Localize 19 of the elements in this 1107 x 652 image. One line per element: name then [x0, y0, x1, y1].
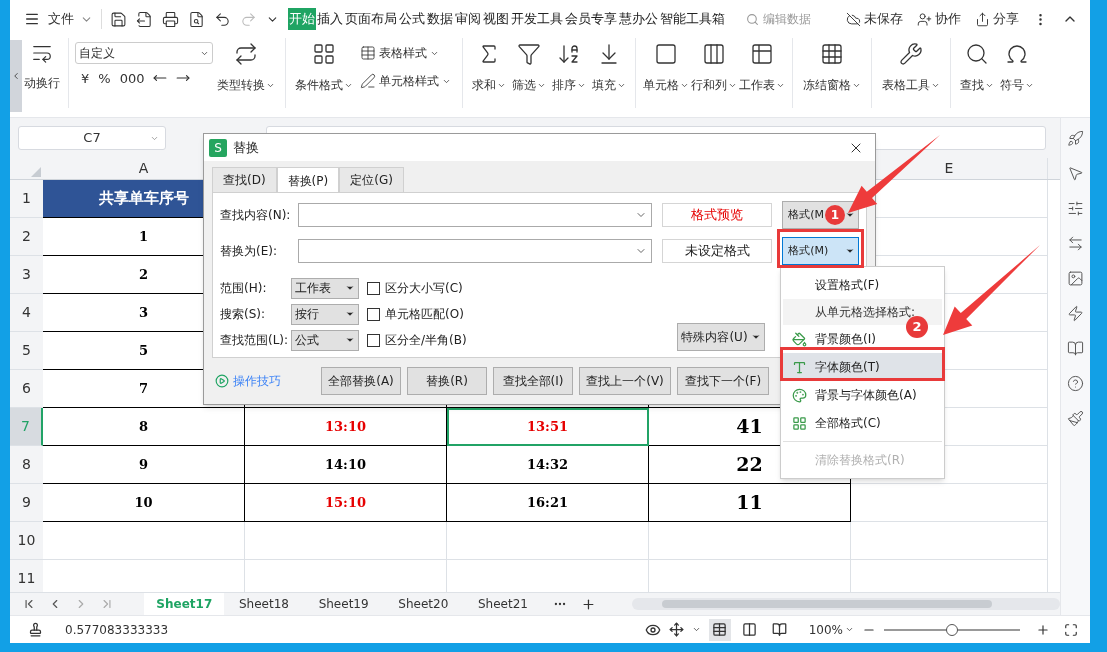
table-cell: 11: [649, 484, 851, 522]
checkbox-label: 区分大小写(C): [385, 280, 463, 297]
table-cell: 16:21: [447, 484, 649, 522]
table-cell: 9: [43, 446, 245, 484]
table-cell: 8: [43, 408, 245, 446]
table-cell: 13:10: [245, 408, 447, 446]
table-cell: 14:10: [245, 446, 447, 484]
table-cell: 14:32: [447, 446, 649, 484]
table-cell: 13:51: [447, 408, 649, 446]
table-cell: 10: [43, 484, 245, 522]
status-value: 0.577083333333: [65, 621, 169, 639]
dialog-title: 替换: [233, 138, 259, 157]
checkbox-label: 单元格匹配(O): [385, 306, 464, 323]
format-preview: 未设定格式: [662, 239, 773, 263]
table-cell: 15:10: [245, 484, 447, 522]
checkbox-label: 区分全/半角(B): [385, 332, 467, 349]
step-badge: 1: [824, 205, 845, 225]
format-preview: 格式预览: [662, 203, 773, 227]
app-logo: S: [209, 138, 227, 157]
